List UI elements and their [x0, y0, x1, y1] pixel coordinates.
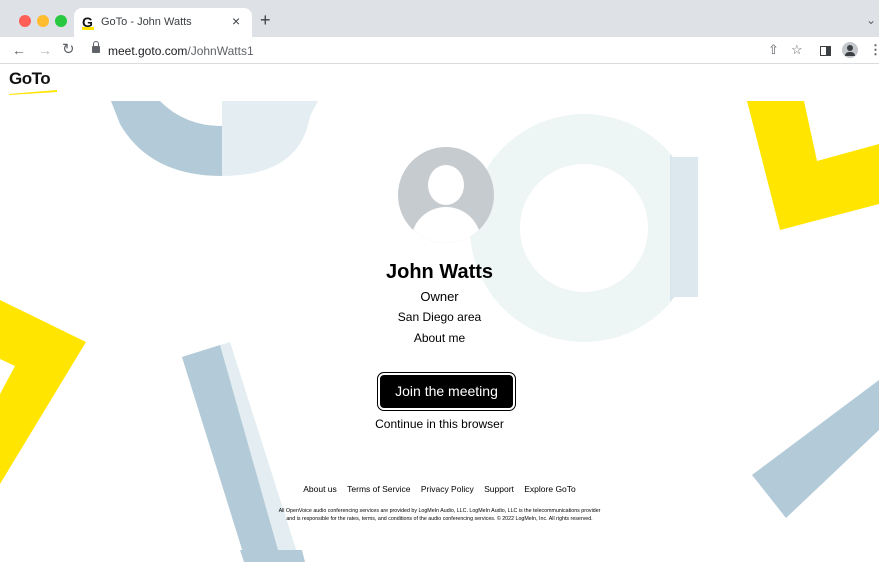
footer-link-explore-goto[interactable]: Explore GoTo: [524, 484, 576, 494]
footer-link-support[interactable]: Support: [484, 484, 514, 494]
url-path: /JohnWatts1: [187, 44, 254, 58]
goto-favicon-icon: G: [82, 14, 96, 30]
address-bar[interactable]: meet.goto.com/JohnWatts1: [108, 44, 254, 58]
maximize-window-button[interactable]: [55, 15, 67, 27]
tab-search-chevron-icon[interactable]: ⌄: [866, 13, 876, 27]
avatar-head-silhouette: [428, 165, 464, 205]
minimize-window-button[interactable]: [37, 15, 49, 27]
footer-link-privacy[interactable]: Privacy Policy: [421, 484, 474, 494]
reload-icon[interactable]: ↻: [62, 41, 75, 59]
host-name: John Watts: [385, 261, 494, 283]
host-location: San Diego area: [397, 310, 482, 324]
back-arrow-icon[interactable]: ←: [12, 41, 26, 59]
bookmark-star-icon[interactable]: ☆: [791, 42, 803, 58]
tab-close-icon[interactable]: ×: [232, 13, 240, 29]
share-icon[interactable]: ⇧: [768, 42, 779, 58]
forward-arrow-icon[interactable]: →: [38, 41, 52, 59]
goto-meeting-page: GoTo John Watts Owner San Diego area Abo…: [0, 64, 879, 562]
close-window-button[interactable]: [19, 15, 31, 27]
host-role: Owner: [420, 289, 459, 304]
join-meeting-button[interactable]: Join the meeting: [377, 372, 516, 411]
footer-links: About us Terms of Service Privacy Policy…: [0, 484, 879, 494]
legal-line-2: and is responsible for the rates, terms,…: [286, 515, 593, 522]
legal-line-1: All OpenVoice audio conferencing service…: [278, 508, 601, 514]
profile-avatar-icon[interactable]: [842, 42, 858, 58]
browser-tab-bar: G GoTo - John Watts × + ⌄: [0, 0, 879, 37]
goto-logo[interactable]: GoTo: [9, 69, 51, 89]
avatar-body-silhouette: [411, 207, 481, 243]
side-panel-icon[interactable]: [820, 46, 831, 56]
tab-title: GoTo - John Watts: [101, 16, 192, 28]
about-me-link[interactable]: About me: [0, 331, 879, 345]
lock-icon[interactable]: [92, 41, 100, 53]
url-host: meet.goto.com: [108, 44, 188, 58]
profile-avatar: [398, 147, 494, 243]
legal-notice: All OpenVoice audio conferencing service…: [0, 508, 879, 523]
goto-logo-underline: [9, 90, 57, 95]
new-tab-button[interactable]: +: [260, 11, 271, 29]
browser-toolbar: ← → ↻ meet.goto.com/JohnWatts1 ⇧ ☆ ⋮: [0, 37, 879, 64]
continue-in-browser-link[interactable]: Continue in this browser: [0, 417, 879, 431]
footer-link-about-us[interactable]: About us: [303, 484, 337, 494]
footer-link-terms[interactable]: Terms of Service: [347, 484, 410, 494]
kebab-menu-icon[interactable]: ⋮: [869, 42, 879, 58]
active-tab[interactable]: G GoTo - John Watts ×: [74, 8, 252, 37]
